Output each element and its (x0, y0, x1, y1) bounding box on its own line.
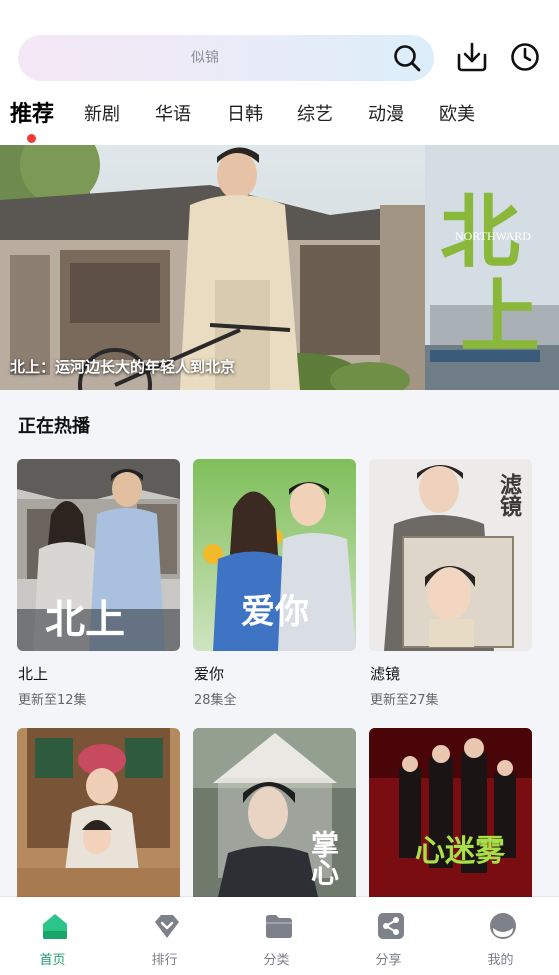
drama-card[interactable] (17, 728, 180, 897)
card-title: 滤镜 (370, 665, 401, 683)
tab-jp-kr[interactable]: 日韩 (227, 100, 263, 126)
poster-image: 掌心 (193, 728, 356, 897)
poster-art-text: 心迷雾 (415, 834, 505, 869)
banner-caption: 北上：运河边长大的年轻人到北京 (10, 358, 236, 376)
poster-art-text: 滤镜 (496, 473, 522, 517)
search-bar[interactable]: 似锦 (18, 35, 434, 81)
search-icon[interactable] (392, 43, 422, 73)
top-bar: 似锦 推荐 新剧 华语 日韩 综艺 动漫 欧美 (0, 0, 559, 145)
drama-card[interactable]: 心迷雾 (369, 728, 532, 897)
tab-western[interactable]: 欧美 (439, 100, 475, 126)
card-title: 爱你 (194, 665, 225, 683)
poster-image: 爱你 (193, 459, 356, 651)
section-title: 正在热播 (18, 416, 90, 437)
nav-profile[interactable]: 我的 (448, 897, 559, 975)
category-tabs: 推荐 新剧 华语 日韩 综艺 动漫 欧美 (0, 94, 559, 144)
ranking-icon (155, 915, 179, 938)
banner-image: 北 上 NORTHWARD (0, 145, 559, 390)
nav-ranking-label: 排行 (151, 953, 178, 968)
tab-chinese[interactable]: 华语 (155, 100, 191, 126)
nav-category-label: 分类 (263, 953, 290, 968)
drama-card[interactable]: 掌心 (193, 728, 356, 897)
poster-image: 北上 (17, 459, 180, 651)
featured-banner[interactable]: 北 上 NORTHWARD (0, 145, 559, 390)
poster-image: 滤镜 (369, 459, 532, 651)
poster-art-text: 掌心 (307, 830, 340, 886)
clock-icon[interactable] (508, 40, 542, 74)
bottom-navigation: 首页 排行 分类 分享 我的 (0, 897, 559, 975)
card-episode-status: 28集全 (194, 693, 237, 708)
tab-new-drama[interactable]: 新剧 (84, 100, 120, 126)
nav-category[interactable]: 分类 (224, 897, 336, 975)
profile-icon (490, 913, 516, 939)
nav-ranking[interactable]: 排行 (112, 897, 224, 975)
folder-icon (266, 915, 292, 938)
tab-anime[interactable]: 动漫 (368, 100, 404, 126)
nav-home-label: 首页 (39, 953, 66, 968)
card-title: 北上 (18, 665, 49, 683)
share-icon (378, 913, 404, 939)
download-icon[interactable] (455, 40, 489, 74)
active-tab-indicator (27, 134, 36, 143)
banner-art-subtitle: NORTHWARD (455, 229, 531, 243)
search-placeholder: 似锦 (191, 50, 219, 66)
nav-profile-label: 我的 (487, 953, 514, 968)
drama-card[interactable]: 爱你 爱你 28集全 (193, 459, 356, 708)
nav-share-label: 分享 (375, 953, 402, 968)
poster-art-text: 爱你 (241, 592, 309, 632)
drama-card[interactable]: 滤镜 滤镜 更新至27集 (369, 459, 532, 708)
card-episode-status: 更新至12集 (18, 693, 87, 708)
poster-art-text: 北上 (45, 596, 125, 643)
nav-share[interactable]: 分享 (336, 897, 448, 975)
home-icon (43, 914, 67, 939)
card-episode-status: 更新至27集 (370, 693, 439, 708)
poster-image (17, 728, 180, 897)
svg-text:上: 上 (460, 270, 540, 364)
tab-recommend[interactable]: 推荐 (10, 96, 54, 128)
tab-variety[interactable]: 综艺 (297, 100, 333, 126)
poster-image: 心迷雾 (369, 728, 532, 897)
nav-home[interactable]: 首页 (0, 897, 112, 975)
drama-card[interactable]: 北上 北上 更新至12集 (17, 459, 180, 708)
